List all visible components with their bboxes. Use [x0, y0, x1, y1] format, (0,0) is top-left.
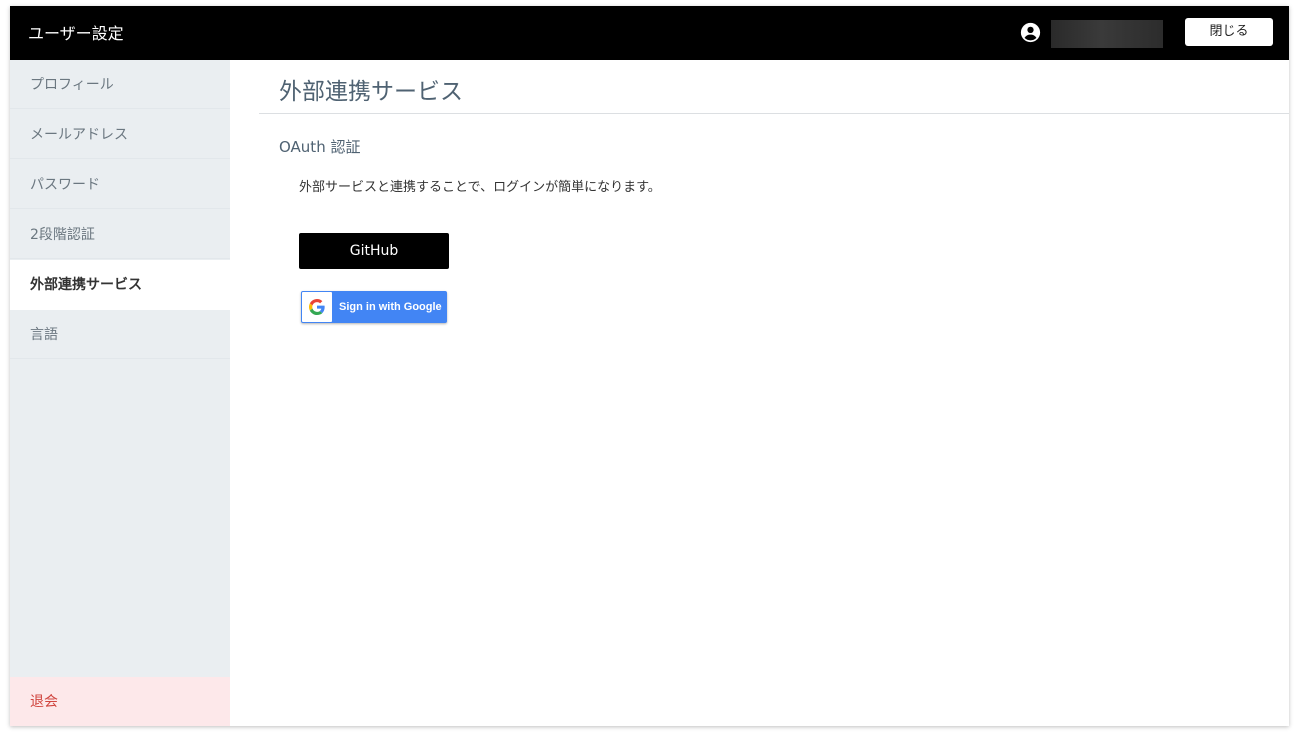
google-signin-label: Sign in with Google — [339, 301, 442, 313]
google-signin-button[interactable]: Sign in with Google — [301, 291, 447, 323]
close-button[interactable]: 閉じる — [1185, 18, 1273, 46]
sidebar-item-email[interactable]: メールアドレス — [10, 110, 230, 159]
sidebar-item-withdraw[interactable]: 退会 — [10, 677, 230, 726]
sidebar-item-two-factor[interactable]: 2段階認証 — [10, 210, 230, 259]
main-content: 外部連携サービス OAuth 認証 外部サービスと連携することで、ログインが簡単… — [230, 60, 1289, 726]
account-circle-icon[interactable] — [1020, 22, 1041, 43]
user-name-redacted — [1051, 20, 1163, 48]
header-title: ユーザー設定 — [28, 24, 124, 43]
sidebar-item-external-services[interactable]: 外部連携サービス — [10, 260, 230, 310]
section-description: 外部サービスと連携することで、ログインが簡単になります。 — [299, 180, 661, 195]
sidebar: プロフィール メールアドレス パスワード 2段階認証 外部連携サービス 言語 退… — [10, 60, 230, 726]
header-bar: ユーザー設定 閉じる — [10, 6, 1289, 60]
page-title: 外部連携サービス — [279, 79, 463, 105]
sidebar-item-profile[interactable]: プロフィール — [10, 60, 230, 109]
settings-window: ユーザー設定 閉じる プロフィール メールアドレス パスワード 2段階認証 外部… — [10, 6, 1289, 726]
google-logo-box — [302, 292, 332, 322]
github-login-button[interactable]: GitHub — [299, 233, 449, 269]
sidebar-item-password[interactable]: パスワード — [10, 160, 230, 209]
sidebar-item-language[interactable]: 言語 — [10, 310, 230, 359]
title-divider — [259, 113, 1289, 114]
google-g-logo-icon — [309, 299, 325, 315]
section-title: OAuth 認証 — [279, 138, 361, 156]
